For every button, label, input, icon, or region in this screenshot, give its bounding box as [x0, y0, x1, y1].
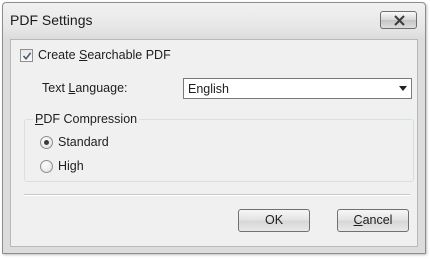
separator — [24, 194, 410, 196]
cancel-button[interactable]: Cancel — [337, 209, 409, 232]
ok-button[interactable]: OK — [238, 209, 310, 232]
pdf-compression-group: PDF Compression Standard High — [24, 112, 414, 182]
text-language-value: English — [188, 82, 229, 96]
dialog-body: Create Searchable PDF Text Language: Eng… — [10, 39, 418, 247]
high-radio[interactable] — [40, 159, 53, 173]
standard-label: Standard — [58, 135, 109, 149]
text-language-label: Text Language: — [42, 81, 128, 95]
standard-radio[interactable] — [40, 135, 53, 149]
chevron-down-icon[interactable] — [399, 86, 407, 91]
close-button[interactable] — [380, 11, 417, 29]
create-searchable-pdf-option[interactable]: Create Searchable PDF — [20, 47, 171, 63]
create-searchable-pdf-checkbox[interactable] — [20, 48, 33, 62]
create-searchable-pdf-label: Create Searchable PDF — [38, 48, 171, 62]
compression-option-standard[interactable]: Standard — [40, 134, 109, 150]
text-language-select[interactable]: English — [183, 78, 412, 99]
window-title: PDF Settings — [10, 12, 93, 28]
compression-option-high[interactable]: High — [40, 158, 84, 174]
pdf-settings-dialog: PDF Settings Create Searchable PDF Text … — [2, 2, 426, 254]
close-icon — [394, 15, 405, 26]
title-bar: PDF Settings — [3, 3, 425, 39]
high-label: High — [58, 159, 84, 173]
pdf-compression-title: PDF Compression — [33, 112, 140, 126]
checkmark-icon — [22, 51, 32, 60]
